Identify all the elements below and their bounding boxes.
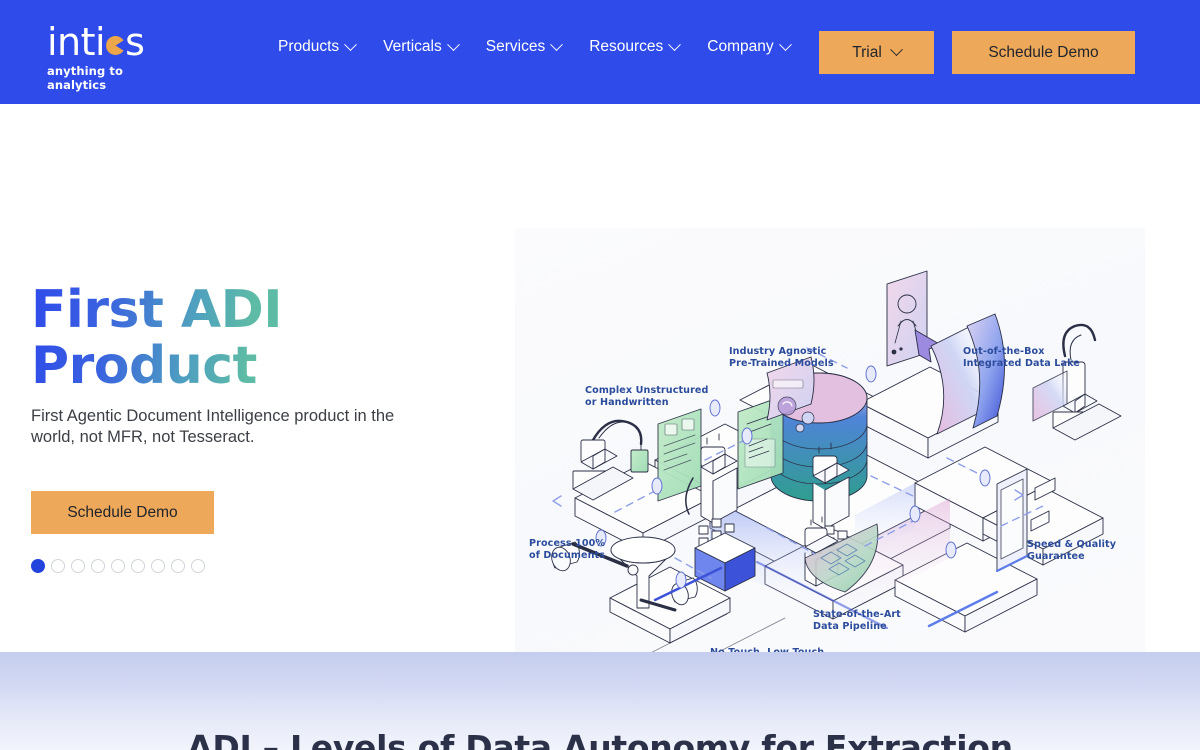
page-title: First ADI Product [31, 280, 283, 396]
levels-section: ADI – Levels of Data Autonomy for Extrac… [0, 652, 1200, 750]
carousel-dot-4[interactable] [91, 559, 105, 573]
nav-item-products[interactable]: Products [278, 37, 358, 56]
nav-item-verticals[interactable]: Verticals [383, 37, 460, 56]
carousel-indicators [31, 559, 205, 573]
illustration-label-speed-quality: Speed & Quality Guarantee [1027, 539, 1117, 562]
logo-wordmark: inti s [47, 20, 145, 64]
illustration-label-data-pipeline: State-of-the-Art Data Pipeline [813, 609, 901, 632]
trial-button[interactable]: Trial [819, 31, 934, 74]
nav-item-company[interactable]: Company [707, 37, 792, 56]
carousel-dot-2[interactable] [51, 559, 65, 573]
page-root: inti s anything to analytics Products Ver… [0, 0, 1200, 750]
chevron-down-icon [668, 37, 682, 51]
nav-item-label: Resources [589, 38, 664, 55]
logo[interactable]: inti s anything to analytics [47, 20, 162, 92]
hero-subtitle: First Agentic Document Intelligence prod… [31, 407, 395, 446]
illustration-label-industry-agnostic: Industry Agnostic Pre-Trained Models [729, 346, 834, 369]
carousel-dot-7[interactable] [151, 559, 165, 573]
section-heading: ADI – Levels of Data Autonomy for Extrac… [187, 728, 1013, 750]
chevron-down-icon [778, 37, 792, 51]
chevron-down-icon [889, 43, 903, 57]
nav-item-services[interactable]: Services [485, 37, 564, 56]
illustration-label-complex-unstructured: Complex Unstructured or Handwritten [585, 385, 709, 408]
carousel-dot-9[interactable] [191, 559, 205, 573]
logo-tagline: anything to analytics [47, 64, 123, 92]
hero-section: First ADI Product First Agentic Document… [0, 104, 1200, 683]
logo-pacman-c-icon [106, 36, 125, 55]
illustration-label-process-documents: Process 100% of Documents [529, 538, 606, 561]
carousel-dot-3[interactable] [71, 559, 85, 573]
nav-item-label: Products [278, 38, 340, 55]
nav-item-label: Verticals [383, 38, 442, 55]
logo-text-inti: inti [47, 20, 106, 64]
schedule-demo-button-hero[interactable]: Schedule Demo [31, 491, 214, 534]
trial-button-label: Trial [852, 43, 882, 61]
schedule-demo-button-header[interactable]: Schedule Demo [952, 31, 1135, 74]
chevron-down-icon [446, 37, 460, 51]
site-header: inti s anything to analytics Products Ver… [0, 0, 1200, 104]
nav-item-label: Company [707, 38, 774, 55]
hero-illustration: Industry Agnostic Pre-Trained Models Out… [515, 228, 1145, 683]
chevron-down-icon [344, 37, 358, 51]
carousel-dot-8[interactable] [171, 559, 185, 573]
carousel-dot-5[interactable] [111, 559, 125, 573]
carousel-dot-1[interactable] [31, 559, 45, 573]
chevron-down-icon [550, 37, 564, 51]
carousel-dot-6[interactable] [131, 559, 145, 573]
illustration-label-data-lake: Out-of-the-Box Integrated Data Lake [963, 346, 1080, 369]
nav-item-resources[interactable]: Resources [589, 37, 682, 56]
logo-text-s: s [125, 20, 145, 64]
nav-item-label: Services [485, 38, 546, 55]
main-navigation: Products Verticals Services Resources Co… [278, 37, 818, 56]
